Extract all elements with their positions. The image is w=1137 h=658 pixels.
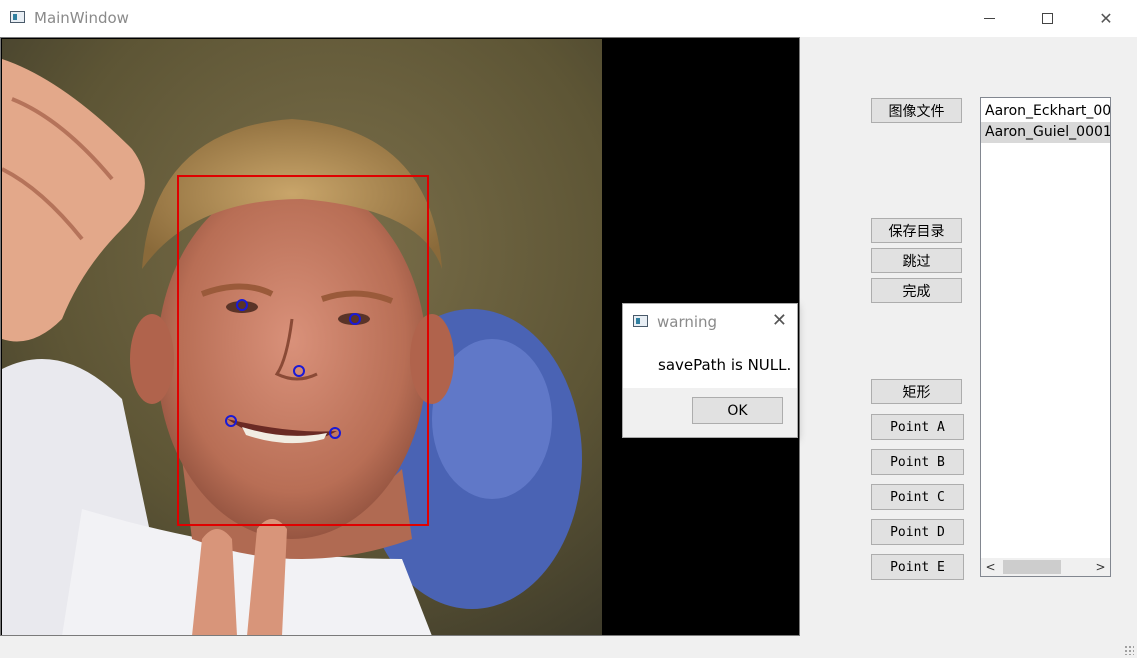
face-photo-canvas (2, 39, 602, 635)
dialog-footer: OK (623, 388, 797, 437)
close-icon: ✕ (1099, 9, 1113, 28)
status-bar (0, 638, 1137, 658)
rectangle-button[interactable]: 矩形 (871, 379, 962, 404)
app-icon (10, 11, 25, 23)
minimize-button[interactable] (960, 0, 1018, 37)
close-button[interactable]: ✕ (1077, 0, 1135, 37)
horizontal-scrollbar[interactable]: < > (981, 558, 1110, 576)
file-list[interactable]: Aaron_Eckhart_0001 Aaron_Guiel_0001 < > (980, 97, 1111, 577)
maximize-button[interactable] (1018, 0, 1076, 37)
dialog-app-icon (633, 315, 648, 327)
point-c-button[interactable]: Point C (871, 484, 964, 510)
point-e-button[interactable]: Point E (871, 554, 964, 580)
scroll-left-icon[interactable]: < (982, 558, 999, 576)
scrollbar-thumb[interactable] (1003, 560, 1061, 574)
dialog-close-icon[interactable]: ✕ (772, 310, 787, 331)
dialog-title: warning (657, 313, 718, 331)
point-a-button[interactable]: Point A (871, 414, 964, 440)
minimize-icon (983, 18, 995, 19)
skip-button[interactable]: 跳过 (871, 248, 962, 273)
save-dir-button[interactable]: 保存目录 (871, 218, 962, 243)
ok-button[interactable]: OK (692, 397, 783, 424)
resize-grip-icon[interactable] (1124, 645, 1134, 655)
dialog-message: savePath is NULL. (658, 356, 792, 374)
list-item[interactable]: Aaron_Eckhart_0001 (981, 101, 1110, 122)
done-button[interactable]: 完成 (871, 278, 962, 303)
point-b-button[interactable]: Point B (871, 449, 964, 475)
scroll-right-icon[interactable]: > (1092, 558, 1109, 576)
image-file-button[interactable]: 图像文件 (871, 98, 962, 123)
point-d-button[interactable]: Point D (871, 519, 964, 545)
window-title: MainWindow (34, 9, 129, 27)
maximize-icon (1041, 13, 1053, 24)
title-bar: MainWindow ✕ (0, 0, 1137, 37)
face-photo[interactable] (2, 39, 602, 635)
warning-dialog: warning ✕ savePath is NULL. OK (622, 303, 798, 438)
list-item-selected[interactable]: Aaron_Guiel_0001 (981, 122, 1110, 143)
